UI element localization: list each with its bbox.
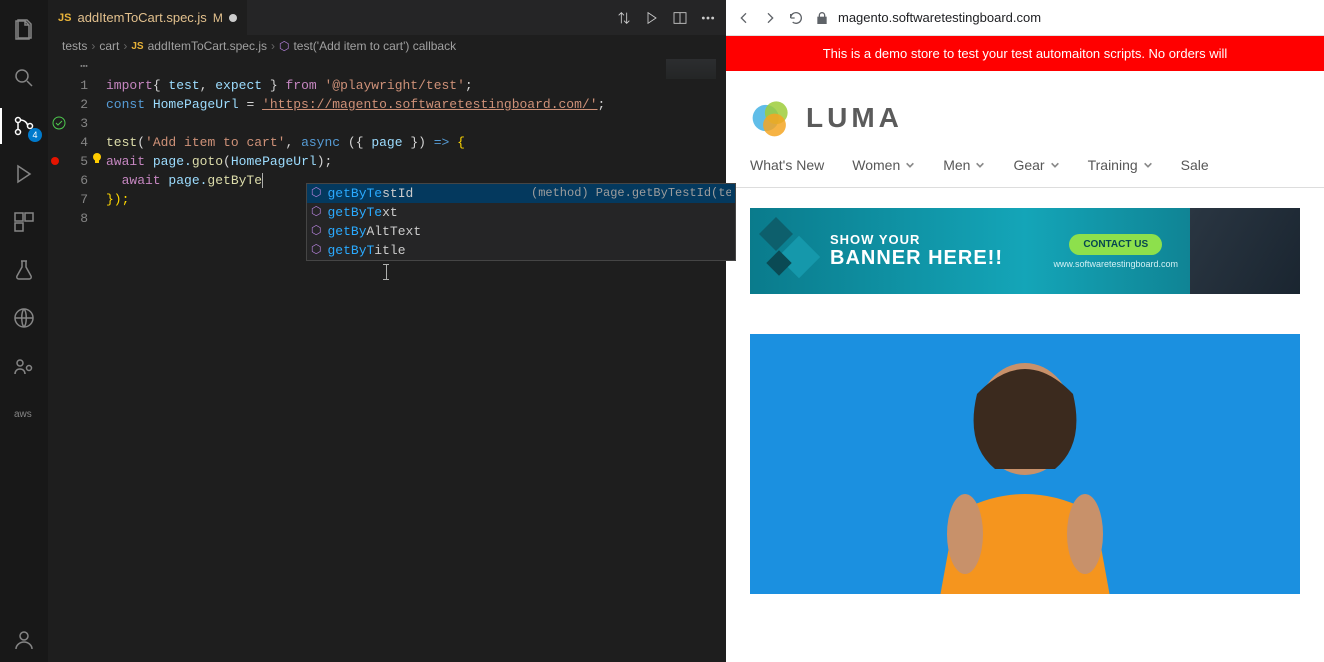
promo-handshake-image xyxy=(1190,208,1300,294)
browser-window: magento.softwaretestingboard.com This is… xyxy=(726,0,1324,662)
explorer-icon[interactable] xyxy=(0,8,48,52)
address-bar: magento.softwaretestingboard.com xyxy=(726,0,1324,36)
activity-bar: 4 aws xyxy=(0,0,48,662)
search-icon[interactable] xyxy=(0,56,48,100)
code-content[interactable]: import{ test, expect } from '@playwright… xyxy=(106,57,726,662)
text-cursor-icon xyxy=(386,264,387,280)
modified-indicator: M xyxy=(213,11,223,25)
accounts-icon[interactable] xyxy=(0,618,48,662)
more-icon[interactable] xyxy=(700,10,716,26)
contact-button[interactable]: CONTACT US xyxy=(1069,234,1162,255)
extensions-icon[interactable] xyxy=(0,200,48,244)
breakpoint-icon[interactable] xyxy=(48,154,62,168)
logo-text: LUMA xyxy=(806,102,903,134)
hero-banner[interactable] xyxy=(750,334,1300,594)
main-nav: What's New Women Men Gear Training Sale xyxy=(726,157,1324,188)
symbol-method-icon: ⬡ xyxy=(311,203,321,222)
breadcrumb-segment[interactable]: cart xyxy=(99,39,119,53)
run-test-glyph[interactable] xyxy=(52,116,66,130)
breadcrumb-segment[interactable]: test('Add item to cart') callback xyxy=(293,39,456,53)
chevron-down-icon xyxy=(905,160,915,170)
chevron-down-icon xyxy=(1050,160,1060,170)
page-content: SHOW YOUR BANNER HERE!! CONTACT US www.s… xyxy=(726,188,1324,614)
code-editor[interactable]: ⋯ 1 2 3 4 5 6 7 8 import{ test, expect }… xyxy=(48,57,726,662)
testing-icon[interactable] xyxy=(0,248,48,292)
demo-banner: This is a demo store to test your test a… xyxy=(726,36,1324,71)
symbol-method-icon: ⬡ xyxy=(311,241,321,260)
luma-logo[interactable]: LUMA xyxy=(750,97,1300,139)
source-control-icon[interactable]: 4 xyxy=(0,104,48,148)
scm-badge: 4 xyxy=(28,128,42,142)
promo-shapes-icon xyxy=(756,214,828,286)
tab-filename: addItemToCart.spec.js xyxy=(77,10,206,25)
js-file-icon: JS xyxy=(131,41,143,52)
symbol-method-icon: ⬡ xyxy=(311,184,321,203)
suggestion-item[interactable]: ⬡ getByTestId (method) Page.getByTestId(… xyxy=(307,184,735,203)
luma-logo-icon xyxy=(750,97,792,139)
symbol-method-icon: ⬡ xyxy=(311,222,321,241)
suggestion-item[interactable]: ⬡ getByTitle xyxy=(307,241,735,260)
unsaved-dot-icon xyxy=(229,14,237,22)
js-file-icon: JS xyxy=(58,12,71,24)
remote-icon[interactable] xyxy=(0,296,48,340)
reload-icon[interactable] xyxy=(788,10,804,26)
editor-actions xyxy=(606,10,726,26)
split-icon[interactable] xyxy=(672,10,688,26)
breadcrumb-segment[interactable]: addItemToCart.spec.js xyxy=(148,39,267,53)
symbol-method-icon: ⬡ xyxy=(279,39,289,53)
breadcrumb[interactable]: tests › cart › JS addItemToCart.spec.js … xyxy=(48,35,726,57)
suggestion-item[interactable]: ⬡ getByText xyxy=(307,203,735,222)
hero-person-image xyxy=(885,334,1165,594)
editor-tab[interactable]: JS addItemToCart.spec.js M xyxy=(48,0,247,35)
lock-icon xyxy=(814,10,830,26)
svg-text:aws: aws xyxy=(14,409,32,420)
promo-line2: BANNER HERE!! xyxy=(830,247,1003,270)
tab-bar: JS addItemToCart.spec.js M xyxy=(48,0,726,35)
forward-icon[interactable] xyxy=(762,10,778,26)
editor-main: JS addItemToCart.spec.js M tests › cart … xyxy=(48,0,726,662)
nav-training[interactable]: Training xyxy=(1088,157,1153,173)
promo-line1: SHOW YOUR xyxy=(830,232,1003,247)
intellisense-popup[interactable]: ⬡ getByTestId (method) Page.getByTestId(… xyxy=(306,183,736,261)
nav-whats-new[interactable]: What's New xyxy=(750,157,824,173)
nav-men[interactable]: Men xyxy=(943,157,985,173)
url-box[interactable]: magento.softwaretestingboard.com xyxy=(814,10,1314,26)
live-share-icon[interactable] xyxy=(0,344,48,388)
store-header: LUMA xyxy=(726,71,1324,157)
vscode-window: 4 aws JS addItemToCart.spec.js xyxy=(0,0,726,662)
suggestion-item[interactable]: ⬡ getByAltText xyxy=(307,222,735,241)
nav-sale[interactable]: Sale xyxy=(1181,157,1209,173)
nav-gear[interactable]: Gear xyxy=(1013,157,1059,173)
minimap[interactable] xyxy=(666,59,716,79)
promo-banner[interactable]: SHOW YOUR BANNER HERE!! CONTACT US www.s… xyxy=(750,208,1300,294)
nav-women[interactable]: Women xyxy=(852,157,915,173)
compare-icon[interactable] xyxy=(616,10,632,26)
chevron-down-icon xyxy=(975,160,985,170)
breadcrumb-segment[interactable]: tests xyxy=(62,39,87,53)
promo-url: www.softwaretestingboard.com xyxy=(1053,259,1178,269)
lightbulb-icon[interactable] xyxy=(91,152,105,166)
aws-icon[interactable]: aws xyxy=(0,392,48,436)
back-icon[interactable] xyxy=(736,10,752,26)
chevron-down-icon xyxy=(1143,160,1153,170)
run-debug-icon[interactable] xyxy=(0,152,48,196)
line-gutter: ⋯ 1 2 3 4 5 6 7 8 xyxy=(48,57,106,662)
url-text: magento.softwaretestingboard.com xyxy=(838,10,1041,25)
run-icon[interactable] xyxy=(644,10,660,26)
